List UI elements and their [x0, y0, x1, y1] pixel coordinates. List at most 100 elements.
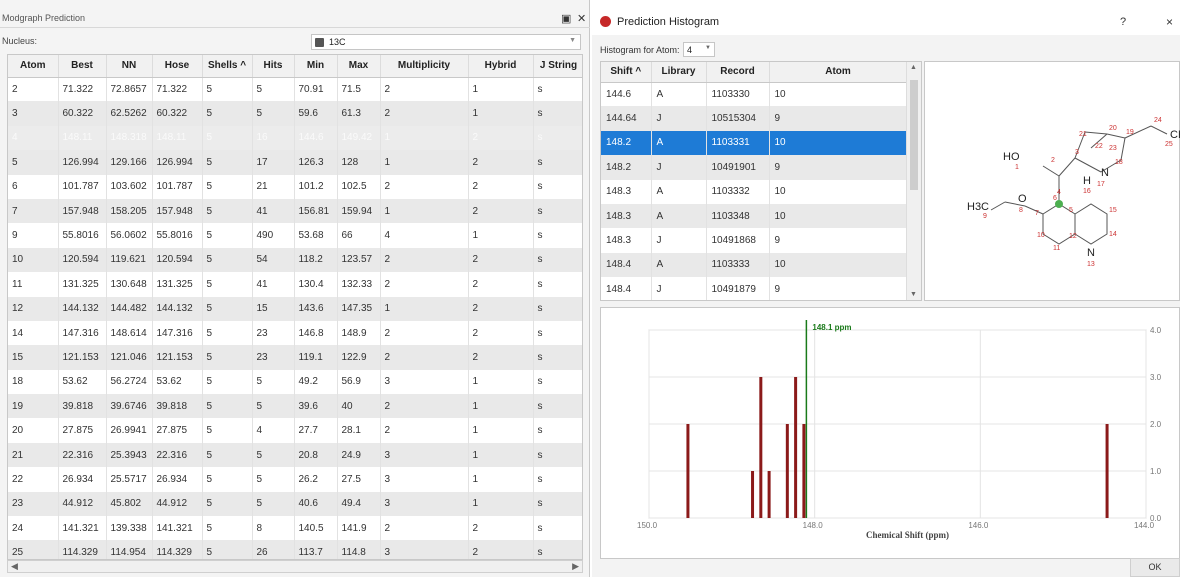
horizontal-scrollbar[interactable]: ◀ ▶: [7, 560, 583, 573]
table-cell: 21: [252, 174, 295, 199]
table-cell: 119.621: [106, 247, 153, 273]
table-cell: 5: [252, 77, 295, 102]
column-header[interactable]: Hits: [252, 55, 295, 78]
table-row[interactable]: 22 26.934 25.5717 26.934 5 5 26.2 27.5 3 1 s: [8, 467, 582, 492]
table-cell: 159.94: [337, 198, 381, 224]
atom-select[interactable]: 4 ▼: [683, 42, 715, 57]
column-header[interactable]: Atom: [8, 55, 59, 78]
record-row[interactable]: 148.2 J 10491901 9: [601, 155, 908, 180]
table-row[interactable]: 3 60.322 62.5262 60.322 5 5 59.6 61.3 2 1 s: [8, 101, 582, 126]
record-row[interactable]: 148.3 A 1103348 10: [601, 203, 908, 229]
ok-button[interactable]: OK: [1130, 558, 1180, 577]
panel-title: Modgraph Prediction: [2, 13, 86, 23]
nucleus-label: Nucleus:: [2, 36, 38, 46]
table-row[interactable]: 12 144.132 144.482 144.132 5 15 143.6 147.35 1 2 s: [8, 296, 582, 321]
table-row[interactable]: 18 53.62 56.2724 53.62 5 5 49.2 56.9 3 1 s: [8, 369, 582, 395]
table-row[interactable]: 9 55.8016 56.0602 55.8016 5 490 53.68 66 4 1 s: [8, 223, 582, 248]
table-cell: 28.1: [337, 418, 381, 443]
record-row[interactable]: 148.3 J 10491868 9: [601, 228, 908, 253]
scroll-thumb[interactable]: [910, 80, 918, 190]
atom-label: 25: [1165, 141, 1173, 148]
table-row[interactable]: 11 131.325 130.648 131.325 5 41 130.4 132.33 2 2 s: [8, 272, 582, 297]
record-row[interactable]: 144.6 A 1103330 10: [601, 82, 908, 107]
table-row[interactable]: 6 101.787 103.602 101.787 5 21 101.2 102.5 2 2 s: [8, 174, 582, 199]
table-cell: 147.35: [337, 296, 381, 321]
table-row[interactable]: 14 147.316 148.614 147.316 5 23 146.8 148.9 2 2 s: [8, 320, 582, 346]
record-row[interactable]: 148.2 A 1103331 10: [601, 130, 908, 156]
table-row[interactable]: 24 141.321 139.338 141.321 5 8 140.5 141.9 2 2 s: [8, 516, 582, 541]
column-header[interactable]: Min: [294, 55, 338, 78]
scroll-left-icon[interactable]: ◀: [11, 561, 18, 572]
help-button[interactable]: ?: [1120, 16, 1126, 28]
scroll-up-icon[interactable]: ▲: [910, 64, 917, 71]
column-header[interactable]: Atom: [769, 62, 908, 83]
nucleus-select[interactable]: 13C ▼: [311, 34, 581, 50]
table-row[interactable]: 19 39.818 39.6746 39.818 5 5 39.6 40 2 1 s: [8, 394, 582, 419]
records-header-row: Shift ^ Library Record Atom: [601, 62, 908, 83]
table-cell: 139.338: [106, 516, 153, 541]
column-header[interactable]: Shells ^: [202, 55, 253, 78]
x-tick-label: 150.0: [637, 521, 658, 530]
column-header[interactable]: Shift ^: [601, 62, 652, 83]
table-row[interactable]: 10 120.594 119.621 120.594 5 54 118.2 123.57 2 2 s: [8, 247, 582, 273]
record-row[interactable]: 148.4 A 1103333 10: [601, 252, 908, 278]
table-row[interactable]: 21 22.316 25.3943 22.316 5 5 20.8 24.9 3 1 s: [8, 442, 582, 468]
scroll-down-icon[interactable]: ▼: [910, 291, 917, 298]
table-cell: 5: [202, 467, 253, 492]
column-header[interactable]: Hybrid: [468, 55, 534, 78]
vertical-scrollbar[interactable]: ▲ ▼: [906, 62, 921, 300]
column-header[interactable]: Library: [651, 62, 707, 83]
column-header[interactable]: Multiplicity: [380, 55, 469, 78]
table-cell: s: [533, 101, 582, 126]
table-row[interactable]: 23 44.912 45.802 44.912 5 5 40.6 49.4 3 1 s: [8, 491, 582, 517]
table-cell: 144.132: [58, 296, 107, 321]
table-cell: 148.11: [58, 125, 107, 151]
column-header[interactable]: NN: [106, 55, 153, 78]
column-header[interactable]: Max: [337, 55, 381, 78]
table-cell: 25: [8, 540, 59, 559]
table-cell: s: [533, 345, 582, 370]
table-row[interactable]: 4 148.11 148.318 148.11 5 16 144.6 149.42 1 2 s: [8, 125, 582, 151]
table-cell: 24.9: [337, 442, 381, 468]
table-cell: 16: [252, 125, 295, 151]
table-cell: 130.4: [294, 272, 338, 297]
table-cell: 121.153: [152, 345, 203, 370]
table-cell: 27.875: [58, 418, 107, 443]
table-row[interactable]: 20 27.875 26.9941 27.875 5 4 27.7 28.1 2 1 s: [8, 418, 582, 443]
table-cell: 1: [468, 101, 534, 126]
column-header[interactable]: J String: [533, 55, 582, 78]
table-row[interactable]: 2 71.322 72.8657 71.322 5 5 70.91 71.5 2 1 s: [8, 77, 582, 102]
table-cell: s: [533, 516, 582, 541]
table-row[interactable]: 7 157.948 158.205 157.948 5 41 156.81 159.94 1 2 s: [8, 198, 582, 224]
atom-label: 3: [1075, 149, 1079, 156]
column-header[interactable]: Record: [706, 62, 770, 83]
table-row[interactable]: 5 126.994 129.166 126.994 5 17 126.3 128 1 2 s: [8, 150, 582, 175]
record-row[interactable]: 148.3 A 1103332 10: [601, 179, 908, 204]
table-cell: 39.6: [294, 394, 338, 419]
atom-label: CH2: [1170, 129, 1180, 141]
column-header[interactable]: Hose: [152, 55, 203, 78]
table-cell: 122.9: [337, 345, 381, 370]
atom-label: 18: [1115, 159, 1123, 166]
table-cell: 121.153: [58, 345, 107, 370]
close-icon[interactable]: ✕: [577, 12, 586, 25]
nucleus-value: 13C: [329, 37, 346, 47]
atom-label: 10: [1037, 232, 1045, 239]
table-cell: 132.33: [337, 272, 381, 297]
table-cell: 10: [8, 247, 59, 273]
record-row[interactable]: 144.64 J 10515304 9: [601, 106, 908, 131]
table-cell: 8: [252, 516, 295, 541]
close-button[interactable]: ×: [1166, 15, 1173, 29]
table-row[interactable]: 15 121.153 121.046 121.153 5 23 119.1 122.9 2 2 s: [8, 345, 582, 370]
table-cell: 5: [202, 345, 253, 370]
column-header[interactable]: Best: [58, 55, 107, 78]
table-cell: 157.948: [58, 198, 107, 224]
atom-label: 17: [1097, 181, 1105, 188]
float-icon[interactable]: ▣: [561, 12, 571, 25]
table-cell: s: [533, 467, 582, 492]
record-cell: 1103348: [706, 203, 770, 229]
scroll-right-icon[interactable]: ▶: [572, 561, 579, 572]
atom-label: 20: [1109, 125, 1117, 132]
record-row[interactable]: 148.4 J 10491879 9: [601, 277, 908, 300]
table-row[interactable]: 25 114.329 114.954 114.329 5 26 113.7 114.8 3 2 s: [8, 540, 582, 559]
